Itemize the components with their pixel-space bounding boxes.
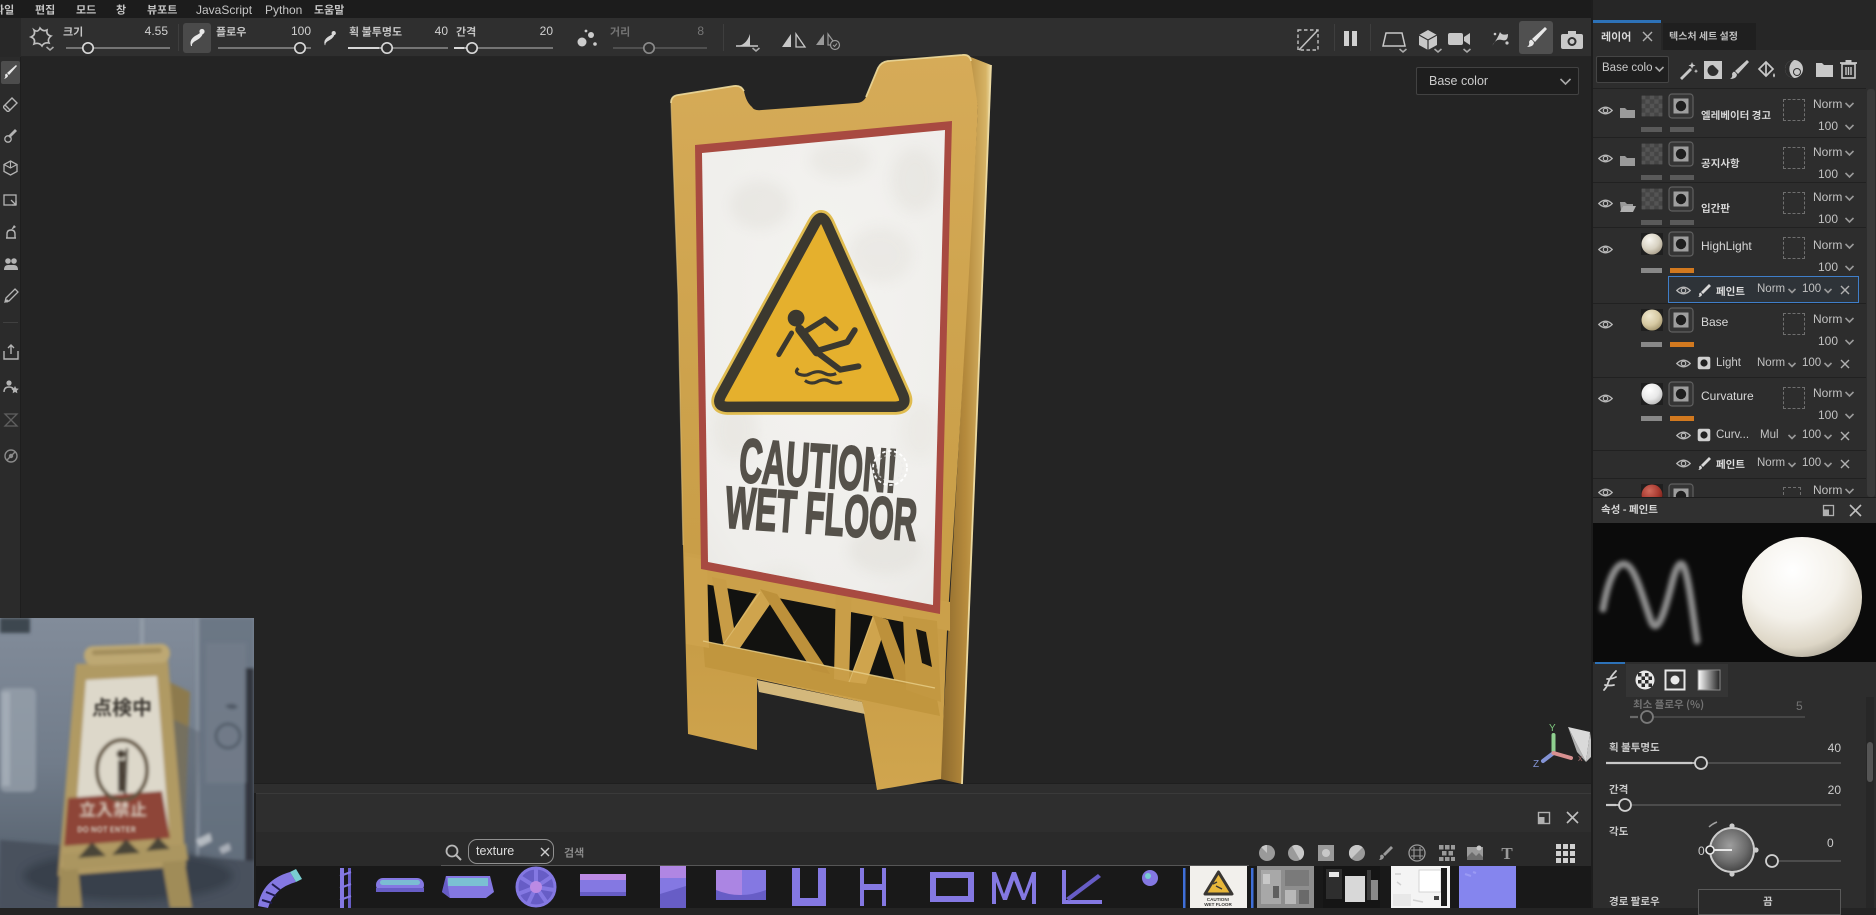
svg-text:0: 0 — [1698, 844, 1705, 858]
svg-text:WET FLOOR: WET FLOOR — [723, 474, 919, 553]
svg-text:T: T — [1501, 844, 1513, 862]
svg-text:Z: Z — [1533, 759, 1539, 770]
svg-text:WET FLOOR: WET FLOOR — [1204, 902, 1232, 907]
svg-text:x: x — [1578, 753, 1583, 763]
svg-text:Y: Y — [1549, 723, 1556, 734]
